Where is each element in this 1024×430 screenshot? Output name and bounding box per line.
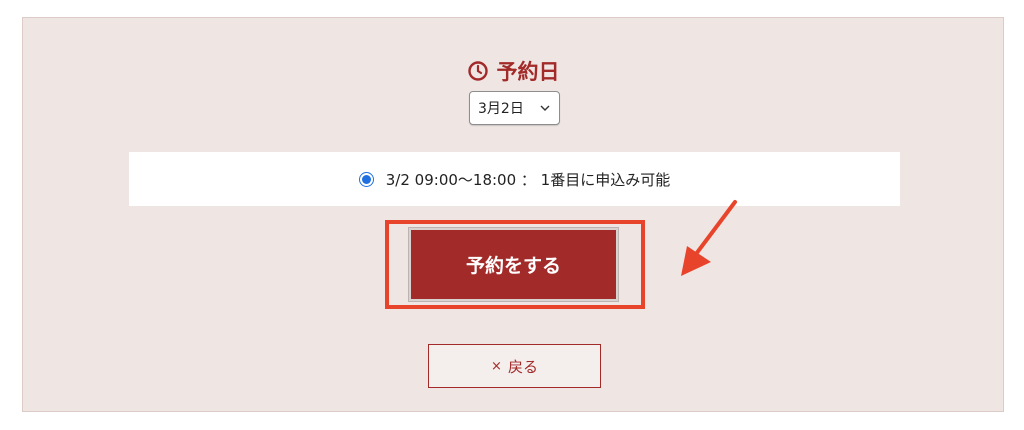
page-title: 予約日 [496,60,560,84]
reservation-date-heading: 予約日 [23,56,1003,86]
time-slot-option[interactable]: 3/2 09:00〜18:00 ： 1番目に申込み可能 [129,152,900,206]
arrow-icon [681,200,737,276]
time-slot-label: 3/2 09:00〜18:00 ： 1番目に申込み可能 [385,170,671,189]
back-button-label: 戻る [507,357,538,376]
chevron-down-icon [539,102,551,114]
date-select-value: 3月2日 [478,101,524,117]
radio-selected-dot [361,174,371,184]
reserve-button-label: 予約をする [465,255,561,277]
clock-icon [467,60,489,82]
date-select[interactable]: 3月2日 [469,91,560,125]
back-button[interactable]: × 戻る [428,344,601,388]
time-slot-radio[interactable] [358,171,374,187]
close-icon: × [491,358,502,374]
reservation-panel: 予約日 3月2日 3/2 09:00〜18:00 ： 1番目に申込み可能 予約を… [22,17,1004,412]
reserve-button[interactable]: 予約をする [409,228,618,301]
